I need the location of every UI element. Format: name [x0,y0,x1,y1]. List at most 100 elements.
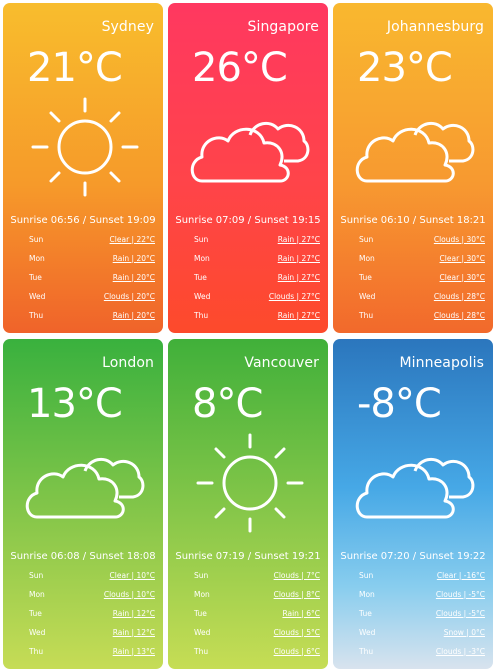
forecast-day: Wed [359,628,376,637]
forecast-value: Clouds | -3°C [435,647,485,656]
forecast-value: Rain | 27°C [277,254,320,263]
forecast-row: Mon Clouds | -5°C [359,590,485,599]
forecast-day: Mon [29,590,45,599]
forecast-row: Mon Rain | 20°C [29,254,155,263]
forecast-day: Sun [359,235,374,244]
sunrise-sunset: Sunrise 07:19 / Sunset 19:21 [175,551,321,562]
sunrise-sunset: Sunrise 07:09 / Sunset 19:15 [175,215,321,226]
city-name: London [102,355,154,371]
forecast-day: Tue [359,609,372,618]
forecast-value: Rain | 20°C [112,254,155,263]
city-name: Minneapolis [399,355,484,371]
forecast-row: Sun Clear | 10°C [29,571,155,580]
forecast-row: Wed Rain | 12°C [29,628,155,637]
weather-card-minneapolis[interactable]: Minneapolis -8°C Sunrise 07:20 / Sunset … [333,339,493,669]
forecast-row: Mon Clear | 30°C [359,254,485,263]
forecast-row: Tue Rain | 6°C [194,609,320,618]
cloud-icon [25,431,145,535]
forecast-row: Thu Rain | 13°C [29,647,155,656]
forecast-row: Tue Rain | 12°C [29,609,155,618]
sunrise-sunset: Sunrise 07:20 / Sunset 19:22 [340,551,486,562]
forecast-day: Thu [29,647,44,656]
forecast-day: Wed [194,292,211,301]
forecast-value: Clouds | 30°C [433,235,485,244]
forecast-day: Tue [29,609,42,618]
forecast-day: Mon [359,590,375,599]
forecast-value: Clouds | 28°C [433,311,485,320]
weather-card-singapore[interactable]: Singapore 26°C Sunrise 07:09 / Sunset 19… [168,3,328,333]
weather-card-vancouver[interactable]: Vancouver 8°C Sunrise 07:19 / Sunset 19:… [168,339,328,669]
forecast-row: Wed Clouds | 5°C [194,628,320,637]
sun-icon [25,95,145,199]
forecast-day: Sun [194,235,209,244]
current-temperature: 21°C [27,45,123,91]
forecast-day: Tue [359,273,372,282]
forecast-day: Thu [29,311,44,320]
forecast-row: Wed Clouds | 28°C [359,292,485,301]
forecast-row: Sun Clouds | 7°C [194,571,320,580]
forecast-row: Thu Rain | 20°C [29,311,155,320]
forecast-row: Thu Clouds | -3°C [359,647,485,656]
forecast-row: Sun Clear | -16°C [359,571,485,580]
forecast-row: Sun Clouds | 30°C [359,235,485,244]
forecast-value: Clouds | -5°C [435,609,485,618]
forecast-day: Thu [194,647,209,656]
forecast-value: Rain | 20°C [112,311,155,320]
forecast-row: Wed Snow | 0°C [359,628,485,637]
forecast-value: Rain | 12°C [112,609,155,618]
forecast-day: Thu [194,311,209,320]
forecast-value: Rain | 27°C [277,311,320,320]
city-name: Johannesburg [386,19,484,35]
forecast-value: Clear | 10°C [109,571,155,580]
forecast-day: Sun [29,235,44,244]
forecast-day: Wed [359,292,376,301]
forecast-day: Wed [194,628,211,637]
forecast-value: Rain | 27°C [277,273,320,282]
forecast-day: Tue [194,273,207,282]
forecast-value: Rain | 27°C [277,235,320,244]
forecast-value: Clear | 30°C [439,254,485,263]
forecast-value: Clouds | 10°C [103,590,155,599]
weather-card-sydney[interactable]: Sydney 21°C Sunrise 06:56 / Sunset 19:09… [3,3,163,333]
forecast-day: Thu [359,311,374,320]
forecast-value: Clouds | 8°C [273,590,320,599]
forecast-row: Mon Clouds | 10°C [29,590,155,599]
weather-card-london[interactable]: London 13°C Sunrise 06:08 / Sunset 18:08… [3,339,163,669]
forecast-row: Tue Clear | 30°C [359,273,485,282]
current-temperature: 13°C [27,381,123,427]
city-name: Singapore [247,19,319,35]
city-name: Sydney [101,19,154,35]
forecast-row: Wed Clouds | 27°C [194,292,320,301]
forecast-value: Clouds | 20°C [103,292,155,301]
forecast-day: Wed [29,292,46,301]
forecast-day: Sun [359,571,374,580]
weather-card-johannesburg[interactable]: Johannesburg 23°C Sunrise 06:10 / Sunset… [333,3,493,333]
forecast-day: Wed [29,628,46,637]
current-temperature: 26°C [192,45,288,91]
current-temperature: 23°C [357,45,453,91]
city-name: Vancouver [244,355,319,371]
forecast-row: Thu Clouds | 28°C [359,311,485,320]
forecast-row: Tue Rain | 27°C [194,273,320,282]
forecast-value: Clouds | 6°C [273,647,320,656]
sunrise-sunset: Sunrise 06:10 / Sunset 18:21 [340,215,486,226]
forecast-value: Clear | 22°C [109,235,155,244]
forecast-value: Rain | 12°C [112,628,155,637]
cloud-icon [355,95,475,199]
forecast-value: Rain | 20°C [112,273,155,282]
forecast-value: Clear | -16°C [436,571,485,580]
forecast-day: Mon [29,254,45,263]
forecast-value: Clouds | 5°C [273,628,320,637]
weather-grid: Sydney 21°C Sunrise 06:56 / Sunset 19:09… [0,0,498,672]
current-temperature: 8°C [192,381,263,427]
forecast-row: Mon Rain | 27°C [194,254,320,263]
forecast-day: Thu [359,647,374,656]
forecast-row: Thu Rain | 27°C [194,311,320,320]
forecast-day: Sun [29,571,44,580]
forecast-row: Sun Rain | 27°C [194,235,320,244]
forecast-row: Tue Clouds | -5°C [359,609,485,618]
sun-icon [190,431,310,535]
forecast-row: Thu Clouds | 6°C [194,647,320,656]
forecast-value: Rain | 13°C [112,647,155,656]
cloud-icon [190,95,310,199]
